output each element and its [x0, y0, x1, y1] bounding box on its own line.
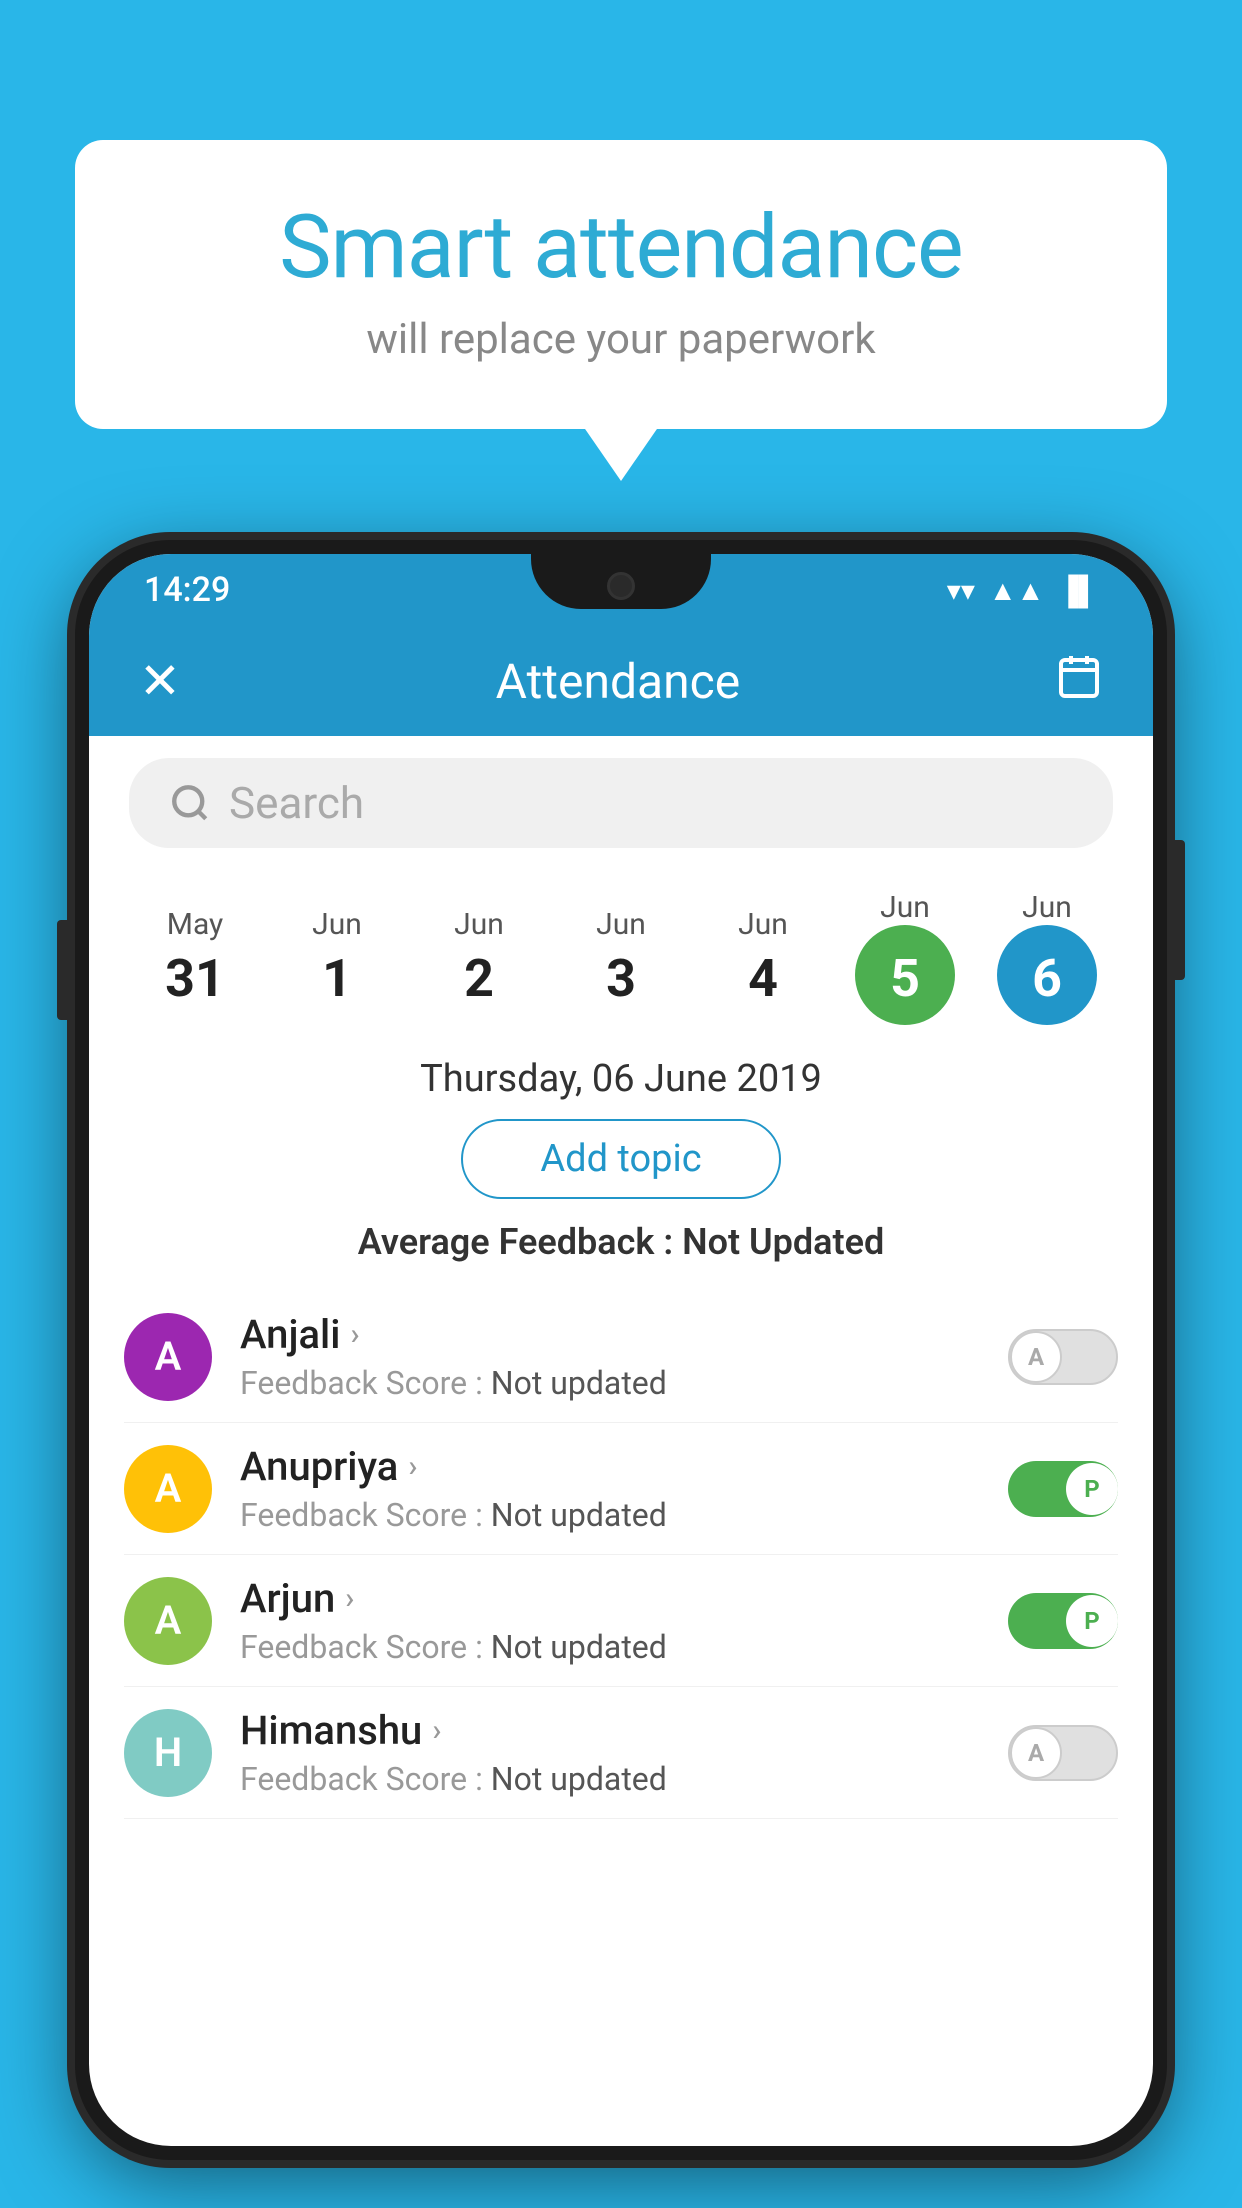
student-info: Anupriya › Feedback Score : Not updated — [240, 1443, 980, 1534]
cal-month: May — [124, 907, 266, 942]
toggle-switch[interactable]: P — [1008, 1461, 1118, 1517]
app-title: Attendance — [496, 653, 741, 710]
student-item[interactable]: A Anjali › Feedback Score : Not updated A — [124, 1291, 1118, 1423]
wifi-icon: ▾▾ — [947, 574, 975, 607]
cal-month: Jun — [834, 890, 976, 925]
toggle-switch[interactable]: P — [1008, 1593, 1118, 1649]
cal-month: Jun — [692, 907, 834, 942]
calendar-day-4[interactable]: Jun 4 — [692, 907, 834, 1009]
feedback-value: Not Updated — [682, 1221, 884, 1263]
student-feedback-score: Feedback Score : Not updated — [240, 1364, 980, 1402]
toggle-knob: A — [1010, 1331, 1062, 1383]
feedback-label: Average Feedback : — [358, 1221, 682, 1263]
cal-active-circle: 6 — [997, 925, 1097, 1025]
search-bar[interactable]: Search — [129, 758, 1113, 848]
phone-notch — [531, 554, 711, 609]
feedback-score-value: Not updated — [491, 1364, 667, 1402]
search-placeholder: Search — [229, 777, 364, 829]
chevron-right-icon: › — [408, 1449, 417, 1484]
calendar-icon[interactable] — [1055, 652, 1103, 711]
phone-container: 14:29 ▾▾ ▲▲ ▐▌ ✕ Attendance — [75, 540, 1167, 2208]
student-avatar: A — [124, 1445, 212, 1533]
chevron-right-icon: › — [432, 1713, 441, 1748]
attendance-toggle[interactable]: A — [1008, 1725, 1118, 1781]
feedback-score-value: Not updated — [491, 1760, 667, 1798]
toggle-switch[interactable]: A — [1008, 1725, 1118, 1781]
toggle-knob: A — [1010, 1727, 1062, 1779]
student-item[interactable]: H Himanshu › Feedback Score : Not updated A — [124, 1687, 1118, 1819]
attendance-toggle[interactable]: A — [1008, 1329, 1118, 1385]
cal-date: 31 — [124, 948, 266, 1009]
add-topic-button[interactable]: Add topic — [461, 1119, 781, 1199]
cal-month: Jun — [266, 907, 408, 942]
camera-icon — [607, 572, 635, 600]
student-info: Himanshu › Feedback Score : Not updated — [240, 1707, 980, 1798]
battery-icon: ▐▌ — [1058, 574, 1098, 607]
calendar-day-5[interactable]: Jun5 — [834, 890, 976, 1025]
student-item[interactable]: A Arjun › Feedback Score : Not updated P — [124, 1555, 1118, 1687]
cal-month: Jun — [408, 907, 550, 942]
status-time: 14:29 — [144, 570, 230, 610]
calendar-day-0[interactable]: May 31 — [124, 907, 266, 1009]
chevron-right-icon: › — [350, 1317, 359, 1352]
student-name: Anjali › — [240, 1311, 980, 1358]
calendar-day-1[interactable]: Jun 1 — [266, 907, 408, 1009]
cal-date: 1 — [266, 948, 408, 1009]
toggle-knob: P — [1066, 1463, 1118, 1515]
student-info: Anjali › Feedback Score : Not updated — [240, 1311, 980, 1402]
student-feedback-score: Feedback Score : Not updated — [240, 1628, 980, 1666]
attendance-toggle[interactable]: P — [1008, 1593, 1118, 1649]
calendar-day-3[interactable]: Jun 3 — [550, 907, 692, 1009]
speech-bubble: Smart attendance will replace your paper… — [75, 140, 1167, 429]
speech-bubble-container: Smart attendance will replace your paper… — [75, 140, 1167, 429]
student-name: Arjun › — [240, 1575, 980, 1622]
feedback-score-value: Not updated — [491, 1496, 667, 1534]
attendance-toggle[interactable]: P — [1008, 1461, 1118, 1517]
student-info: Arjun › Feedback Score : Not updated — [240, 1575, 980, 1666]
bubble-subtitle: will replace your paperwork — [155, 315, 1087, 364]
student-avatar: A — [124, 1577, 212, 1665]
search-icon — [169, 782, 211, 824]
student-avatar: A — [124, 1313, 212, 1401]
chevron-right-icon: › — [345, 1581, 354, 1616]
toggle-switch[interactable]: A — [1008, 1329, 1118, 1385]
student-feedback-score: Feedback Score : Not updated — [240, 1496, 980, 1534]
phone-frame: 14:29 ▾▾ ▲▲ ▐▌ ✕ Attendance — [75, 540, 1167, 2160]
calendar-day-6[interactable]: Jun6 — [976, 890, 1118, 1025]
status-icons: ▾▾ ▲▲ ▐▌ — [947, 574, 1098, 607]
student-feedback-score: Feedback Score : Not updated — [240, 1760, 980, 1798]
cal-active-circle: 5 — [855, 925, 955, 1025]
student-name: Himanshu › — [240, 1707, 980, 1754]
calendar-week: May31Jun1Jun2Jun3Jun4Jun5Jun6 — [89, 870, 1153, 1025]
student-avatar: H — [124, 1709, 212, 1797]
signal-icon: ▲▲ — [989, 574, 1044, 607]
cal-date: 4 — [692, 948, 834, 1009]
student-list: AAnjali ›Feedback Score : Not updatedAAA… — [89, 1291, 1153, 1819]
student-name: Anupriya › — [240, 1443, 980, 1490]
feedback-score-value: Not updated — [491, 1628, 667, 1666]
selected-date-label: Thursday, 06 June 2019 — [89, 1025, 1153, 1119]
bubble-title: Smart attendance — [155, 200, 1087, 297]
toggle-knob: P — [1066, 1595, 1118, 1647]
cal-date: 2 — [408, 948, 550, 1009]
calendar-day-2[interactable]: Jun 2 — [408, 907, 550, 1009]
student-item[interactable]: A Anupriya › Feedback Score : Not updated P — [124, 1423, 1118, 1555]
cal-month: Jun — [976, 890, 1118, 925]
app-header: ✕ Attendance — [89, 626, 1153, 736]
phone-screen: 14:29 ▾▾ ▲▲ ▐▌ ✕ Attendance — [89, 554, 1153, 2146]
cal-month: Jun — [550, 907, 692, 942]
close-button[interactable]: ✕ — [139, 652, 181, 711]
average-feedback: Average Feedback : Not Updated — [89, 1221, 1153, 1263]
cal-date: 3 — [550, 948, 692, 1009]
